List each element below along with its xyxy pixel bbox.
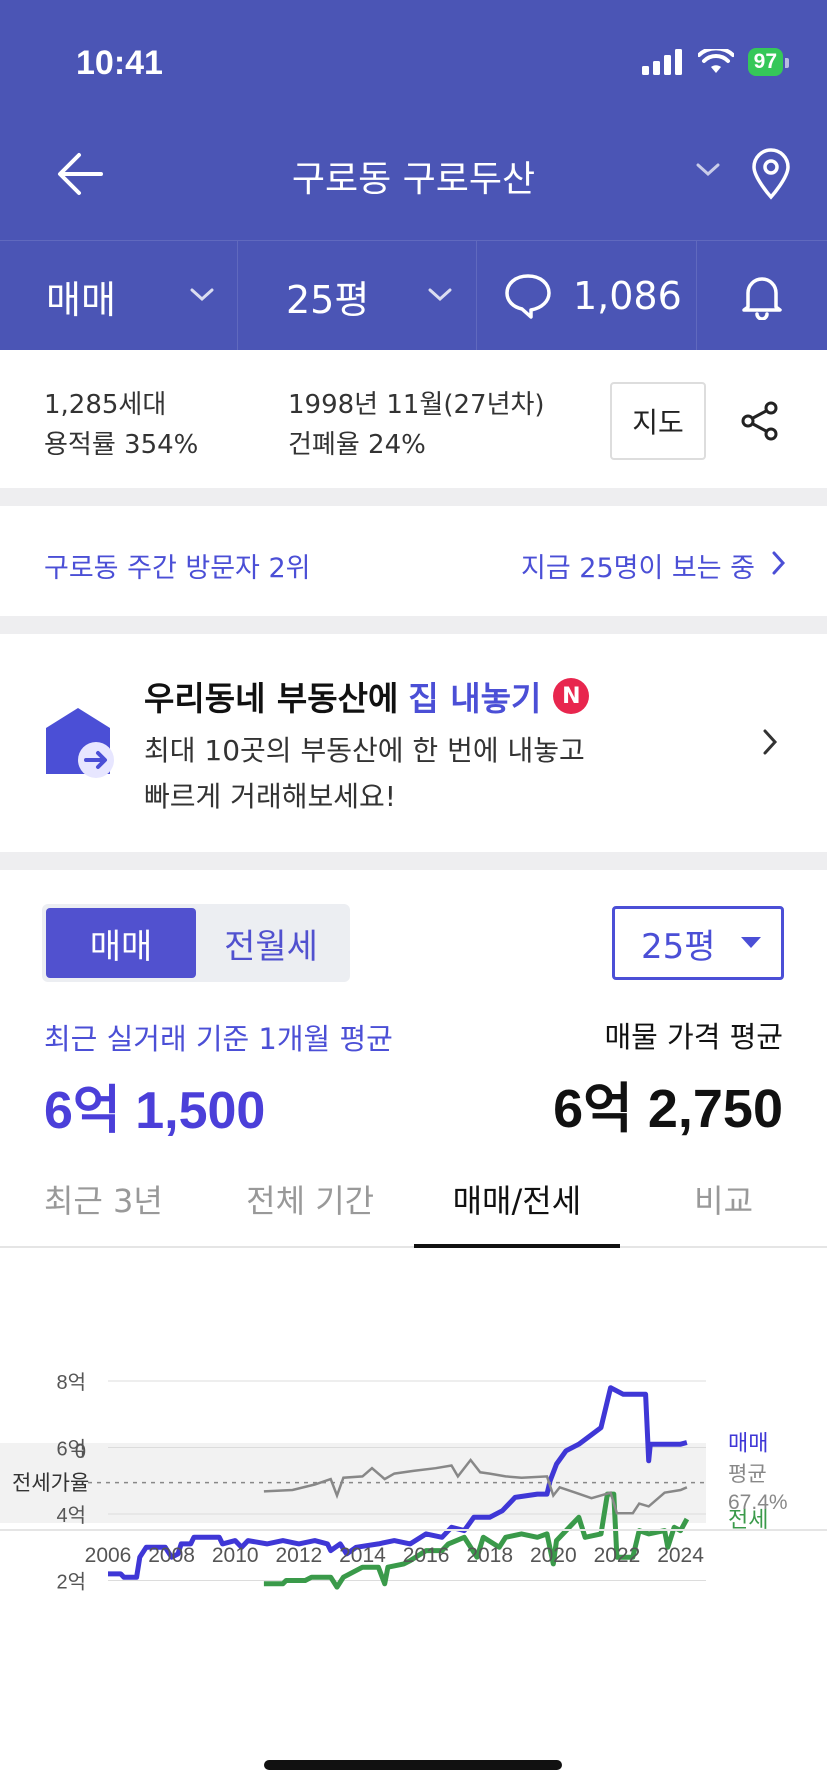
chart-tabs: 최근 3년 전체 기간 매매/전세 비교 xyxy=(0,1160,827,1248)
app-header: 10:41 97 구로동 구로두산 매매 25평 1,086 xyxy=(0,0,827,351)
size-dropdown[interactable]: 25평 xyxy=(238,241,477,351)
share-icon[interactable] xyxy=(740,400,780,442)
tab-all-period[interactable]: 전체 기간 xyxy=(207,1160,414,1246)
banner-desc-line: 빠르게 거래해보세요! xyxy=(144,780,396,813)
section-divider xyxy=(0,488,827,506)
x-tick-label: 2016 xyxy=(403,1544,450,1567)
households: 1,285세대 xyxy=(44,390,167,420)
visitor-row[interactable]: 구로동 주간 방문자 2위 지금 25명이 보는 중 xyxy=(0,506,827,616)
new-badge: N xyxy=(553,678,590,714)
chevron-down-icon[interactable] xyxy=(696,162,720,178)
signal-icon xyxy=(641,49,682,75)
banner-title: 우리동네 부동산에 집 내놓기 N xyxy=(144,672,590,720)
x-tick-label: 2008 xyxy=(148,1544,195,1567)
y-tick-label: 2억 xyxy=(56,1571,86,1594)
banner-desc-line: 최대 10곳의 부동산에 한 번에 내놓고 xyxy=(144,734,585,767)
section-divider xyxy=(0,616,827,634)
x-tick-label: 2022 xyxy=(594,1544,641,1567)
y-tick-label: 8억 xyxy=(56,1371,86,1394)
toggle-sale[interactable]: 매매 xyxy=(46,908,196,978)
x-tick-label: 2018 xyxy=(466,1544,513,1567)
battery-indicator: 97 xyxy=(747,48,790,76)
ratio-label: 전세가율 xyxy=(12,1471,89,1495)
banner-description: 최대 10곳의 부동산에 한 번에 내놓고 빠르게 거래해보세요! xyxy=(144,728,585,820)
alarm-button[interactable] xyxy=(697,241,827,351)
home-indicator xyxy=(264,1760,562,1770)
section-divider xyxy=(0,852,827,870)
viewing-now: 지금 25명이 보는 중 xyxy=(521,553,755,584)
tab-recent-3y[interactable]: 최근 3년 xyxy=(0,1160,207,1246)
chevron-right-icon xyxy=(772,551,786,575)
x-tick-label: 2024 xyxy=(657,1544,704,1567)
recent-trade-price: 6억 1,500 xyxy=(44,1082,266,1140)
toggle-rent[interactable]: 전월세 xyxy=(196,908,346,978)
location-pin-icon[interactable] xyxy=(750,148,792,200)
banner-title-highlight: 집 내놓기 xyxy=(408,679,542,718)
trade-toggle: 매매 전월세 xyxy=(42,904,350,982)
visitor-rank: 구로동 주간 방문자 2위 xyxy=(44,553,311,584)
listing-price-value: 6억 2,750 xyxy=(553,1079,783,1139)
ratio-average-label: 평균 xyxy=(728,1462,767,1486)
speech-bubble-icon xyxy=(505,274,551,319)
x-tick-label: 2012 xyxy=(275,1544,322,1567)
size-label: 25평 xyxy=(286,277,370,322)
wifi-icon xyxy=(697,49,734,73)
chevron-down-icon xyxy=(190,288,214,302)
chart-size-label: 25평 xyxy=(641,926,716,967)
y-tick-label: 0 xyxy=(75,1441,86,1463)
banner-title-prefix: 우리동네 부동산에 xyxy=(144,679,399,718)
status-icons: 97 xyxy=(641,48,790,76)
trade-type-dropdown[interactable]: 매매 xyxy=(0,241,238,351)
ratio-average-value: 67.4% xyxy=(728,1491,788,1514)
map-button[interactable]: 지도 xyxy=(610,382,706,460)
tab-sale-jeonse[interactable]: 매매/전세 xyxy=(413,1160,621,1248)
chevron-right-icon xyxy=(763,729,778,755)
comments-button[interactable]: 1,086 xyxy=(477,241,697,351)
y-tick-label: 4억 xyxy=(56,1504,86,1527)
filter-bar: 매매 25평 1,086 xyxy=(0,240,827,351)
bell-icon xyxy=(742,277,782,320)
caret-down-icon xyxy=(741,937,761,948)
building-coverage-ratio: 건폐율 24% xyxy=(288,430,426,460)
recent-trade-label: 최근 실거래 기준 1개월 평균 xyxy=(44,1022,393,1056)
series-label: 매매 xyxy=(728,1432,768,1457)
chevron-down-icon xyxy=(428,288,452,302)
x-tick-label: 2010 xyxy=(212,1544,259,1567)
listing-price-label: 매물 가격 평균 xyxy=(604,1020,783,1054)
price-chart: 8억6억4억2억0 매매전세전세가율 평균67.4%2006 2008 2010 2012… xyxy=(0,1371,827,1594)
comment-count: 1,086 xyxy=(573,274,682,318)
trade-type-label: 매매 xyxy=(46,277,116,322)
chart-size-select[interactable]: 25평 xyxy=(612,906,784,980)
status-time: 10:41 xyxy=(76,44,163,82)
x-tick-label: 2014 xyxy=(339,1544,386,1567)
x-tick-label: 2020 xyxy=(530,1544,577,1567)
tab-compare[interactable]: 비교 xyxy=(620,1160,827,1246)
house-arrow-icon xyxy=(46,708,114,778)
built-date: 1998년 11월(27년차) xyxy=(288,390,545,420)
floor-area-ratio: 용적률 354% xyxy=(44,430,199,460)
x-tick-label: 2006 xyxy=(85,1544,132,1567)
